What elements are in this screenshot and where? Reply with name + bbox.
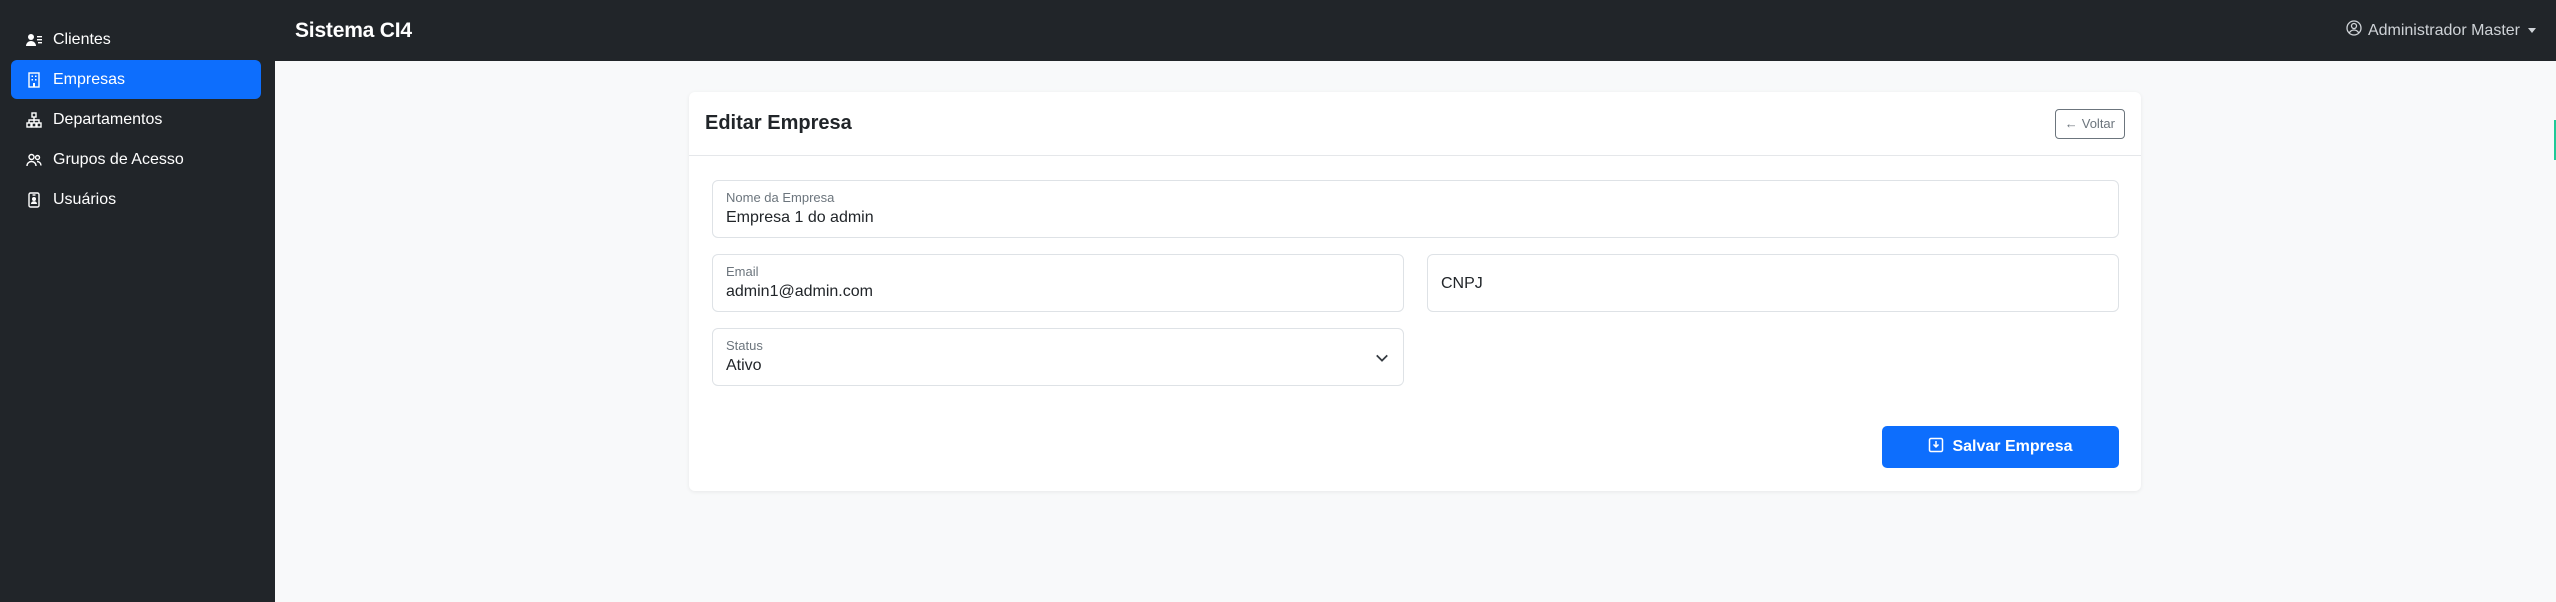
- email-label: Email: [726, 264, 759, 279]
- people-icon: [26, 152, 42, 168]
- user-menu-dropdown[interactable]: Administrador Master: [2346, 20, 2536, 41]
- company-name-label: Nome da Empresa: [726, 190, 835, 205]
- user-circle-icon: [2346, 20, 2362, 41]
- sidebar-item-usuarios[interactable]: Usuários: [11, 180, 261, 219]
- sidebar-item-label: Usuários: [53, 190, 117, 208]
- cnpj-field[interactable]: CNPJ: [1427, 254, 2119, 312]
- status-select[interactable]: Status Ativo: [712, 328, 1404, 386]
- sidebar-item-grupos-de-acesso[interactable]: Grupos de Acesso: [11, 140, 261, 179]
- back-button[interactable]: ← Voltar: [2054, 108, 2125, 139]
- arrow-left-icon: ←: [2064, 116, 2078, 131]
- save-company-button[interactable]: Salvar Empresa: [1882, 426, 2119, 468]
- email-field[interactable]: Email admin1@admin.com: [712, 254, 1404, 312]
- chevron-down-icon: [1376, 354, 1388, 362]
- sidebar-item-label: Empresas: [53, 70, 126, 88]
- sidebar-item-label: Clientes: [53, 30, 111, 48]
- save-button-label: Salvar Empresa: [1952, 438, 2073, 455]
- sidebar: Clientes Empresas Departamentos Grupos d…: [0, 0, 275, 602]
- top-navbar: Sistema CI4 Administrador Master: [275, 0, 2556, 61]
- page-title: Editar Empresa: [705, 112, 852, 134]
- cnpj-placeholder: CNPJ: [1441, 275, 1483, 292]
- company-name-value: Empresa 1 do admin: [726, 209, 874, 226]
- sidebar-item-clientes[interactable]: Clientes: [11, 20, 261, 59]
- diagram-icon: [26, 111, 42, 128]
- back-button-label: Voltar: [2081, 116, 2115, 131]
- edit-company-card: Editar Empresa ← Voltar Nome da Empresa …: [689, 92, 2141, 491]
- caret-down-icon: [2528, 28, 2536, 33]
- status-label: Status: [726, 338, 763, 353]
- email-value: admin1@admin.com: [726, 283, 873, 300]
- status-value: Ativo: [726, 357, 762, 374]
- company-name-field[interactable]: Nome da Empresa Empresa 1 do admin: [712, 180, 2119, 238]
- save-download-icon: [1928, 437, 1944, 458]
- card-header: Editar Empresa ← Voltar: [689, 92, 2141, 156]
- user-list-icon: [26, 32, 42, 48]
- sidebar-item-departamentos[interactable]: Departamentos: [11, 100, 261, 139]
- brand-title[interactable]: Sistema CI4: [295, 19, 412, 43]
- id-badge-icon: [26, 191, 42, 208]
- sidebar-item-label: Departamentos: [53, 110, 163, 128]
- user-name: Administrador Master: [2367, 21, 2520, 39]
- sidebar-item-empresas[interactable]: Empresas: [11, 60, 261, 99]
- building-icon: [26, 71, 42, 88]
- sidebar-item-label: Grupos de Acesso: [53, 150, 184, 168]
